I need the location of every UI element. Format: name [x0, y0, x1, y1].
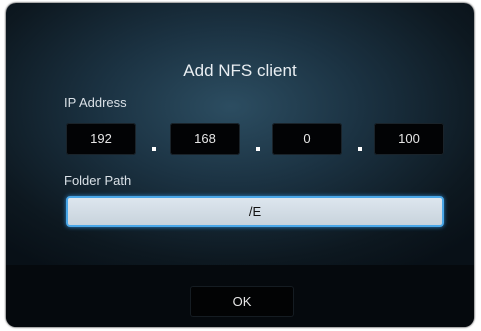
- folder-path-label: Folder Path: [64, 173, 132, 188]
- add-nfs-client-dialog: Add NFS client IP Address 192 168 0 100 …: [6, 3, 474, 327]
- ip-separator-dot: [256, 147, 260, 151]
- ok-button[interactable]: OK: [190, 286, 294, 317]
- dialog-title: Add NFS client: [183, 61, 297, 80]
- ip-separator-dot: [358, 147, 362, 151]
- ip-separator-dot: [152, 147, 156, 151]
- ip-octet-3-field[interactable]: 0: [272, 123, 342, 155]
- ip-octet-2-field[interactable]: 168: [170, 123, 240, 155]
- ip-address-label: IP Address: [64, 95, 127, 110]
- ip-octet-1-field[interactable]: 192: [66, 123, 136, 155]
- folder-path-field[interactable]: /E: [66, 196, 444, 227]
- ip-octet-4-field[interactable]: 100: [374, 123, 444, 155]
